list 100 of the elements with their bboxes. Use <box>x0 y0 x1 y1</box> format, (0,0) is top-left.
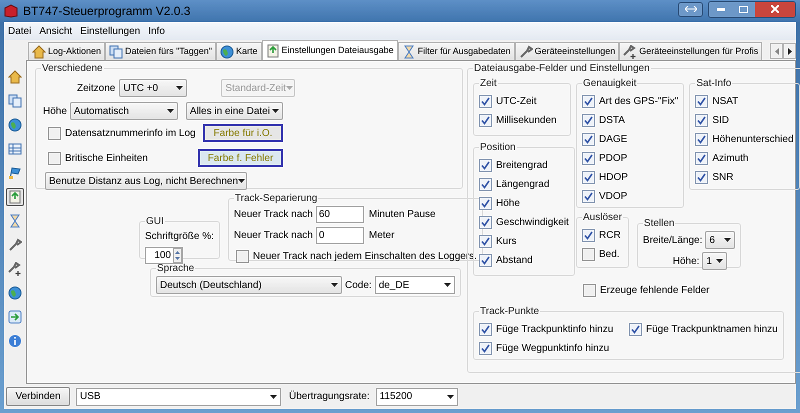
house-icon <box>8 70 22 84</box>
checkbox[interactable] <box>479 216 492 228</box>
checkbox[interactable] <box>48 152 61 164</box>
dropdown[interactable]: USB <box>76 388 281 406</box>
menu-item[interactable]: Info <box>144 24 169 38</box>
flag-icon <box>8 166 22 180</box>
checkbox[interactable] <box>695 170 708 184</box>
table-icon <box>8 142 22 156</box>
dropdown[interactable]: de_DE <box>374 276 455 294</box>
dropdown[interactable]: 115200 <box>376 388 458 406</box>
dropdown[interactable]: Automatisch <box>70 102 178 120</box>
checkbox-label: Erzeuge fehlende Felder <box>600 284 710 298</box>
sidebar-button[interactable] <box>6 68 24 86</box>
caret-icon <box>446 394 454 398</box>
sidebar-button[interactable] <box>6 308 24 326</box>
checkbox[interactable] <box>582 190 595 202</box>
group-title: Zeit <box>479 77 498 91</box>
globe-icon <box>8 118 22 132</box>
sidebar-button[interactable] <box>6 188 24 206</box>
checkbox[interactable] <box>582 152 595 164</box>
checkmark-icon <box>584 96 593 106</box>
checkmark-icon <box>481 256 490 264</box>
tab[interactable]: Geräteeinstellungen <box>514 42 620 60</box>
color-button[interactable]: Farbe für i.O. <box>203 124 283 142</box>
checkbox[interactable] <box>479 158 492 172</box>
tab[interactable]: Filter für Ausgabedaten <box>398 42 515 60</box>
tab[interactable]: Dateien fürs "Taggen" <box>105 42 216 60</box>
checkbox[interactable] <box>629 322 642 336</box>
field-label: Neuer Track nach <box>234 208 313 222</box>
menu-item[interactable]: Datei <box>4 24 36 38</box>
menu-item[interactable]: Ansicht <box>35 24 76 38</box>
checkbox-label: Höhe <box>496 196 520 210</box>
checkbox[interactable] <box>695 94 708 108</box>
dropdown[interactable]: UTC +0 <box>119 79 188 97</box>
minimize-button[interactable] <box>709 2 732 16</box>
unit-label: Meter <box>368 229 394 243</box>
tab[interactable]: Geräteeinstellungen für Profis <box>619 42 762 60</box>
input-field[interactable]: 0 <box>316 227 364 244</box>
resize-button[interactable] <box>678 2 703 16</box>
spin-box[interactable]: 100 <box>145 247 183 264</box>
checkbox[interactable] <box>479 94 492 108</box>
connect-button[interactable]: Verbinden <box>6 387 70 406</box>
checkbox-label: Füge Wegpunktinfo hinzu <box>496 342 610 356</box>
checkbox[interactable] <box>695 114 708 126</box>
checkbox-label: Höhenunterschied <box>712 132 794 146</box>
checkmark-icon <box>481 236 490 246</box>
checkbox[interactable] <box>48 126 61 140</box>
maximize-icon <box>739 6 748 12</box>
input-field[interactable]: 60 <box>316 206 364 223</box>
tab[interactable]: Karte <box>216 42 262 60</box>
close-button[interactable] <box>755 2 795 16</box>
checkbox[interactable] <box>479 342 492 354</box>
checkbox[interactable] <box>583 284 596 296</box>
checkbox[interactable] <box>479 196 492 210</box>
checkmark-icon <box>481 198 490 208</box>
caret-icon <box>724 238 732 242</box>
caret-icon <box>286 86 293 90</box>
group-title: Track-Separierung <box>234 192 318 206</box>
sidebar-button[interactable] <box>6 284 24 302</box>
color-button[interactable]: Farbe f. Fehler <box>198 149 283 167</box>
sidebar-button[interactable] <box>6 332 24 350</box>
checkbox[interactable] <box>582 132 595 146</box>
checkbox-label: Geschwindigkeit <box>496 216 569 230</box>
sidebar-button[interactable] <box>6 116 24 134</box>
checkbox[interactable] <box>695 132 708 146</box>
checkbox[interactable] <box>582 114 595 126</box>
maximize-button[interactable] <box>732 2 755 16</box>
tab[interactable]: Log-Aktionen <box>28 42 106 60</box>
checkbox-label: DAGE <box>599 132 628 146</box>
checkbox[interactable] <box>582 94 595 108</box>
app-logo-icon <box>4 4 18 18</box>
checkbox[interactable] <box>479 178 492 190</box>
checkmark-icon <box>584 116 593 124</box>
dropdown[interactable]: 1 <box>702 252 728 270</box>
checkbox[interactable] <box>695 152 708 164</box>
checkmark-icon <box>584 134 593 144</box>
menu-item[interactable]: Einstellungen <box>76 24 144 38</box>
checkbox[interactable] <box>479 254 492 266</box>
checkbox[interactable] <box>479 234 492 248</box>
dropdown[interactable]: Deutsch (Deutschland) <box>156 276 342 294</box>
caret-icon <box>716 259 724 263</box>
sidebar-button[interactable] <box>6 92 24 110</box>
checkbox[interactable] <box>479 322 492 336</box>
globe-icon <box>8 286 22 300</box>
checkbox-label: Art des GPS-"Fix" <box>599 94 678 108</box>
checkbox[interactable] <box>582 228 595 242</box>
dropdown[interactable]: 6 <box>705 231 736 249</box>
hourglass-icon <box>8 214 22 228</box>
checkbox[interactable] <box>582 170 595 184</box>
checkmark-icon <box>631 324 640 334</box>
tab[interactable]: Einstellungen Dateiausgabe <box>262 40 398 60</box>
group-title: Dateiausgabe-Felder und Einstellungen <box>473 62 651 76</box>
dropdown[interactable]: Benutze Distanz aus Log, nicht Berechnen <box>45 172 247 190</box>
scroll-right-button[interactable] <box>783 43 796 59</box>
left-arrow-icon <box>774 48 778 54</box>
checkbox[interactable] <box>479 114 492 126</box>
dropdown[interactable]: Alles in eine Datei <box>186 102 283 120</box>
checkbox[interactable] <box>236 250 249 262</box>
checkbox-label: VDOP <box>599 190 628 204</box>
checkbox[interactable] <box>582 248 595 260</box>
